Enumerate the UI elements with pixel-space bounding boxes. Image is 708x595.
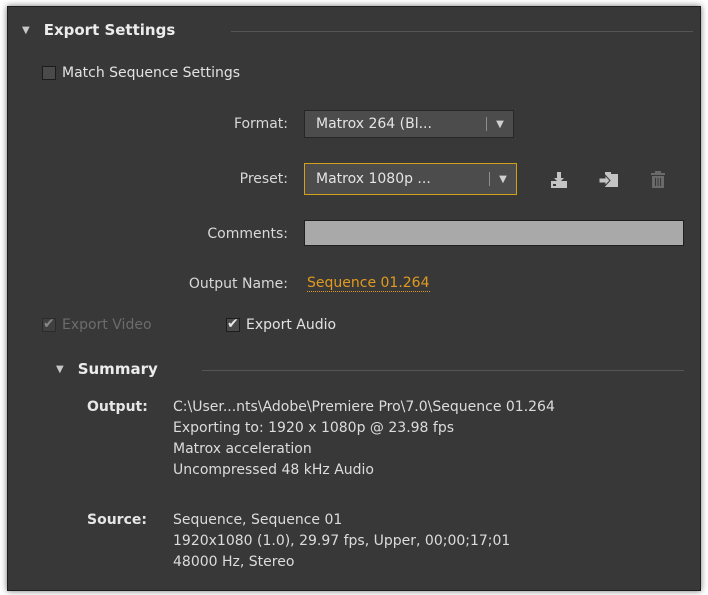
output-key: Output: [87,399,148,415]
source-line: 48000 Hz, Stereo [173,554,295,570]
chevron-down-icon[interactable]: ▼ [493,119,507,130]
source-line: 1920x1080 (1.0), 29.97 fps, Upper, 00;00… [173,533,511,549]
match-sequence-label: Match Sequence Settings [62,65,241,81]
output-name-link[interactable]: Sequence 01.264 [307,275,430,292]
source-line: Sequence, Sequence 01 [173,512,343,528]
dropdown-separator [489,172,490,186]
output-line: Matrox acceleration [173,441,312,457]
match-sequence-row[interactable]: Match Sequence Settings [42,65,240,81]
collapse-triangle-icon[interactable]: ▼ [56,364,64,375]
output-name-label: Output Name: [188,276,288,292]
summary-divider [202,370,684,371]
comments-label: Comments: [207,226,288,242]
summary-header[interactable]: ▼ Summary [56,360,158,378]
export-audio-label: Export Audio [246,317,337,333]
source-details: Sequence, Sequence 01 1920x1080 (1.0), 2… [173,510,510,573]
output-line: Uncompressed 48 kHz Audio [173,462,374,478]
format-value: Matrox 264 (Bl... [316,116,432,132]
collapse-triangle-icon[interactable]: ▼ [22,25,30,36]
export-audio-row[interactable]: Export Audio [226,316,337,333]
comments-field[interactable] [304,220,684,246]
header-divider [231,31,693,32]
export-settings-title: Export Settings [43,21,176,39]
format-dropdown[interactable]: Matrox 264 (Bl... ▼ [304,110,514,138]
preset-value: Matrox 1080p ... [316,171,431,187]
output-line: Exporting to: 1920 x 1080p @ 23.98 fps [173,420,455,436]
output-details: C:\User...nts\Adobe\Premiere Pro\7.0\Seq… [173,397,555,481]
preset-dropdown[interactable]: Matrox 1080p ... ▼ [304,163,517,195]
source-key: Source: [87,512,147,528]
chevron-down-icon[interactable]: ▼ [496,174,510,185]
delete-preset-icon[interactable] [650,170,670,190]
save-preset-icon[interactable] [549,170,569,190]
dropdown-separator [486,117,487,131]
export-audio-checkbox[interactable] [226,316,240,332]
match-sequence-checkbox[interactable] [42,66,56,80]
export-settings-header[interactable]: ▼ Export Settings [22,21,175,39]
export-video-label: Export Video [62,317,152,333]
export-settings-panel: ▼ Export Settings Match Sequence Setting… [7,6,701,591]
output-line: C:\User...nts\Adobe\Premiere Pro\7.0\Seq… [173,399,555,415]
export-video-checkbox [42,316,56,332]
format-label: Format: [233,116,288,132]
preset-label: Preset: [239,171,288,187]
import-preset-icon[interactable] [598,170,618,190]
export-video-row: Export Video [42,316,152,333]
summary-title: Summary [77,360,158,378]
